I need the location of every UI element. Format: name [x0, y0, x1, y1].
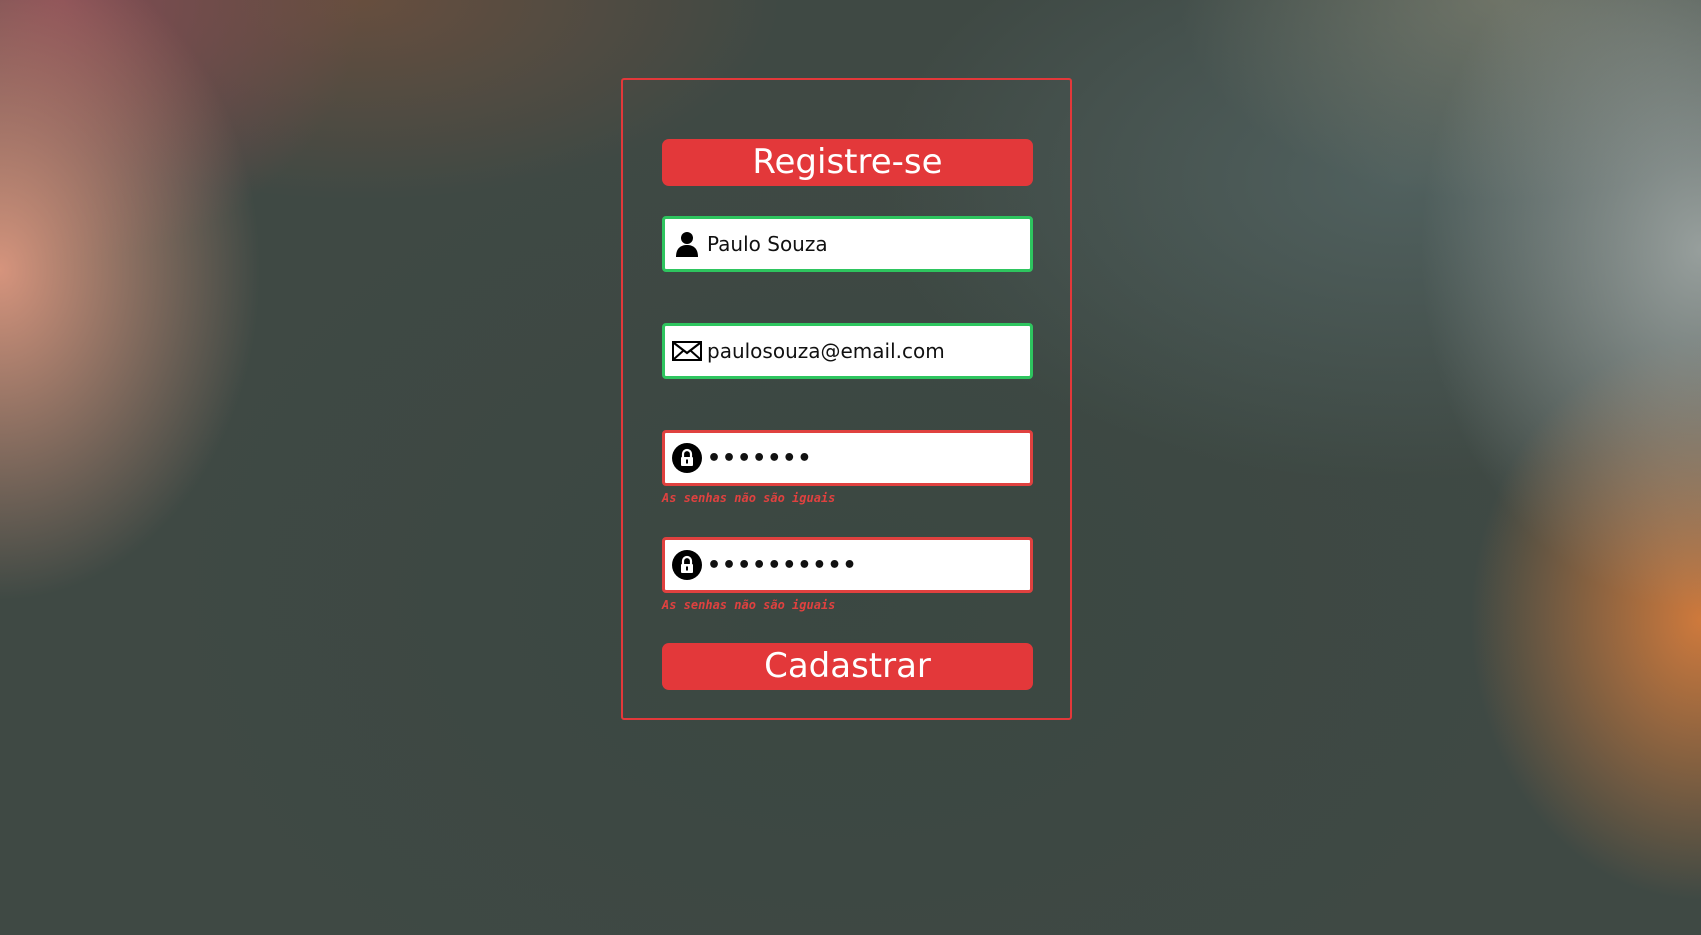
confirm-password-field[interactable]: •••••••••• — [662, 537, 1033, 593]
password-field[interactable]: ••••••• — [662, 430, 1033, 486]
confirm-password-value: •••••••••• — [707, 552, 858, 578]
submit-button[interactable]: Cadastrar — [662, 643, 1033, 690]
envelope-icon — [671, 335, 703, 367]
confirm-password-error: As senhas não são iguais — [662, 598, 836, 612]
email-value: paulosouza@email.com — [707, 339, 945, 363]
lock-icon — [671, 442, 703, 474]
password-error: As senhas não são iguais — [662, 491, 836, 505]
user-icon — [671, 228, 703, 260]
name-value: Paulo Souza — [707, 232, 828, 256]
email-field[interactable]: paulosouza@email.com — [662, 323, 1033, 379]
form-title: Registre-se — [662, 139, 1033, 186]
lock-icon — [671, 549, 703, 581]
password-value: ••••••• — [707, 445, 813, 471]
name-field[interactable]: Paulo Souza — [662, 216, 1033, 272]
